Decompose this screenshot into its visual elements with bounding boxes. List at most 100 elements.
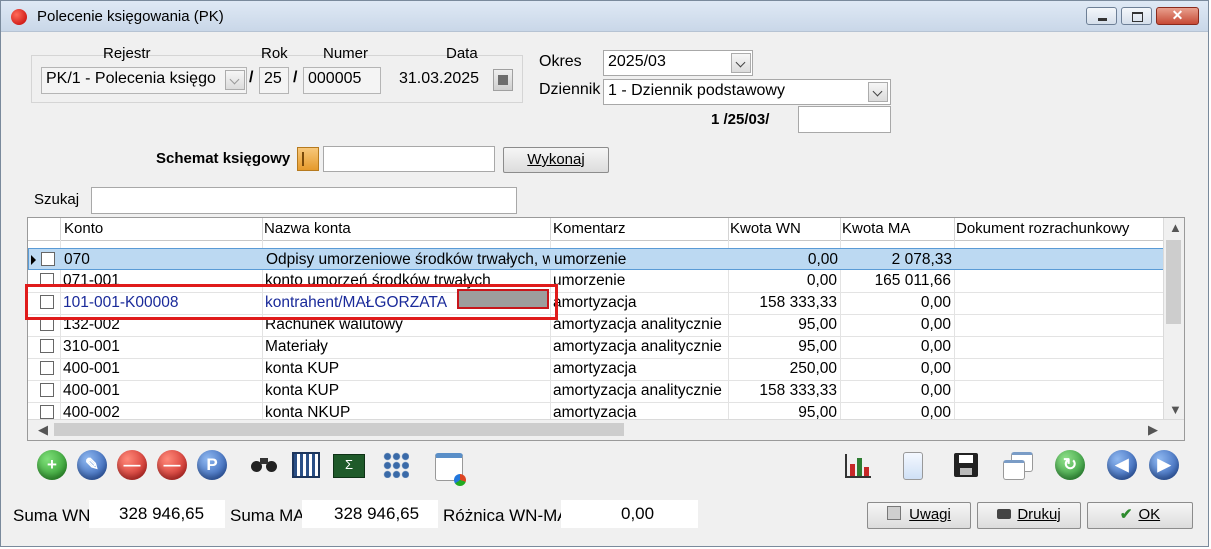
- schemat-lookup-button[interactable]: [297, 147, 319, 171]
- table-row[interactable]: 070 Odpisy umorzeniowe środków trwałych,…: [28, 248, 1164, 270]
- current-row-indicator-icon: [31, 255, 36, 265]
- vertical-scrollbar[interactable]: ▲ ▼: [1163, 218, 1184, 420]
- edit-button[interactable]: ✎: [77, 450, 107, 480]
- save-button[interactable]: [951, 450, 981, 480]
- close-button[interactable]: ✕: [1156, 7, 1199, 25]
- row-checkbox[interactable]: [40, 405, 54, 419]
- chart-window-icon: [435, 453, 466, 486]
- uwagi-button[interactable]: Uwagi: [867, 502, 971, 529]
- main-window: Polecenie księgowania (PK) ✕ Rejestr Rok…: [0, 0, 1209, 547]
- copy-button[interactable]: [1003, 450, 1033, 480]
- horizontal-scroll-thumb[interactable]: [54, 423, 624, 436]
- rejestr-select[interactable]: PK/1 - Polecenia księgo: [41, 67, 247, 94]
- ok-label: OK: [1138, 506, 1161, 523]
- printer-icon: [997, 509, 1012, 519]
- scroll-up-icon[interactable]: ▲: [1169, 220, 1182, 235]
- minimize-button[interactable]: [1086, 7, 1117, 25]
- minimize-icon: [1098, 18, 1107, 21]
- scroll-right-icon[interactable]: ▶: [1148, 422, 1158, 438]
- cell-ma: 0,00: [920, 360, 951, 377]
- chart-window-button[interactable]: [433, 450, 466, 486]
- table-row[interactable]: 310-001 Materiały amortyzacja analityczn…: [28, 336, 1164, 359]
- document-number-extra-field[interactable]: [798, 106, 891, 133]
- schemat-field[interactable]: [323, 146, 495, 172]
- cell-wn: 0,00: [806, 272, 837, 289]
- rejestr-dropdown-button[interactable]: [225, 70, 245, 90]
- refresh-button[interactable]: ↻: [1055, 450, 1085, 480]
- window-title: Polecenie księgowania (PK): [37, 8, 224, 25]
- okres-dropdown-button[interactable]: [731, 53, 751, 73]
- cell-nazwa: konta KUP: [265, 382, 340, 399]
- cell-konto: 310-001: [63, 338, 120, 355]
- dziennik-select[interactable]: 1 - Dziennik podstawowy: [603, 79, 891, 105]
- table-row[interactable]: 400-001 konta KUP amortyzacja analityczn…: [28, 380, 1164, 403]
- cell-nazwa: Odpisy umorzeniowe środków trwałych, war…: [266, 251, 550, 268]
- cell-ma: 0,00: [920, 316, 951, 333]
- maximize-button[interactable]: [1121, 7, 1152, 25]
- delete-checked-button[interactable]: —: [157, 450, 187, 480]
- horizontal-scrollbar[interactable]: ◀ ▶: [28, 419, 1184, 440]
- previous-button[interactable]: ◀: [1107, 450, 1137, 480]
- report-chart-button[interactable]: [843, 450, 873, 480]
- rejestr-label: Rejestr: [103, 45, 151, 62]
- wykonaj-button[interactable]: Wykonaj: [503, 147, 609, 173]
- col-nazwa-konta[interactable]: Nazwa konta: [264, 220, 351, 237]
- cell-nazwa: konta KUP: [265, 360, 340, 377]
- close-icon: ✕: [1171, 7, 1184, 23]
- cell-ma: 0,00: [920, 382, 951, 399]
- delete-button[interactable]: —: [117, 450, 147, 480]
- col-kwota-wn[interactable]: Kwota WN: [730, 220, 801, 237]
- dziennik-dropdown-button[interactable]: [868, 82, 888, 102]
- numer-field[interactable]: 000005: [303, 67, 381, 94]
- cell-konto: 400-001: [63, 382, 120, 399]
- roznica-value: 0,00: [561, 500, 698, 528]
- title-bar[interactable]: Polecenie księgowania (PK) ✕: [1, 1, 1208, 32]
- drukuj-button[interactable]: Drukuj: [977, 502, 1081, 529]
- calendar-button[interactable]: [493, 69, 513, 91]
- wykonaj-label: Wykonaj: [527, 151, 585, 168]
- col-kwota-ma[interactable]: Kwota MA: [842, 220, 910, 237]
- col-konto[interactable]: Konto: [64, 220, 103, 237]
- delete-checked-icon: —: [163, 455, 181, 474]
- col-komentarz[interactable]: Komentarz: [553, 220, 626, 237]
- parking-button[interactable]: P: [197, 450, 227, 480]
- slash-separator-2: /: [293, 69, 298, 86]
- suma-ma-label: Suma MA: [230, 506, 305, 525]
- vertical-scroll-thumb[interactable]: [1166, 240, 1181, 324]
- col-dokument[interactable]: Dokument rozrachunkowy: [956, 220, 1129, 237]
- data-value: 31.03.2025: [399, 70, 480, 87]
- cell-komentarz: umorzenie: [554, 251, 627, 268]
- hierarchy-button[interactable]: [381, 450, 411, 480]
- grid-settings-button[interactable]: [291, 450, 321, 480]
- search-label: Szukaj: [34, 191, 80, 208]
- delete-icon: —: [123, 455, 141, 474]
- slash-separator: /: [249, 69, 254, 86]
- cell-ma: 0,00: [920, 294, 951, 311]
- search-input[interactable]: [91, 187, 517, 214]
- cell-nazwa: Materiały: [265, 338, 328, 355]
- next-button[interactable]: ▶: [1149, 450, 1179, 480]
- roznica-label: Różnica WN-MA: [443, 506, 569, 525]
- table-row[interactable]: 400-001 konta KUP amortyzacja 250,00 0,0…: [28, 358, 1164, 381]
- cell-wn: 0,00: [807, 251, 838, 268]
- add-button[interactable]: +: [37, 450, 67, 480]
- entries-table: Konto Nazwa konta Komentarz Kwota WN Kwo…: [27, 217, 1185, 441]
- document-icon: [903, 452, 923, 480]
- row-checkbox[interactable]: [40, 383, 54, 397]
- search-button[interactable]: [249, 450, 279, 480]
- scroll-left-icon[interactable]: ◀: [38, 422, 48, 438]
- row-checkbox[interactable]: [40, 339, 54, 353]
- suma-ma-value: 328 946,65: [302, 500, 438, 528]
- dziennik-label: Dziennik: [539, 81, 601, 98]
- rok-field[interactable]: 25: [259, 67, 289, 94]
- sum-button[interactable]: Σ: [333, 450, 365, 480]
- document-button[interactable]: [897, 450, 927, 480]
- suma-wn-value: 328 946,65: [89, 500, 225, 528]
- drukuj-label: Drukuj: [1017, 506, 1061, 523]
- uwagi-label: Uwagi: [909, 506, 951, 523]
- scroll-down-icon[interactable]: ▼: [1169, 402, 1182, 417]
- row-checkbox[interactable]: [40, 361, 54, 375]
- save-icon: [954, 453, 978, 477]
- ok-button[interactable]: ✔ OK: [1087, 502, 1193, 529]
- row-checkbox[interactable]: [41, 252, 55, 266]
